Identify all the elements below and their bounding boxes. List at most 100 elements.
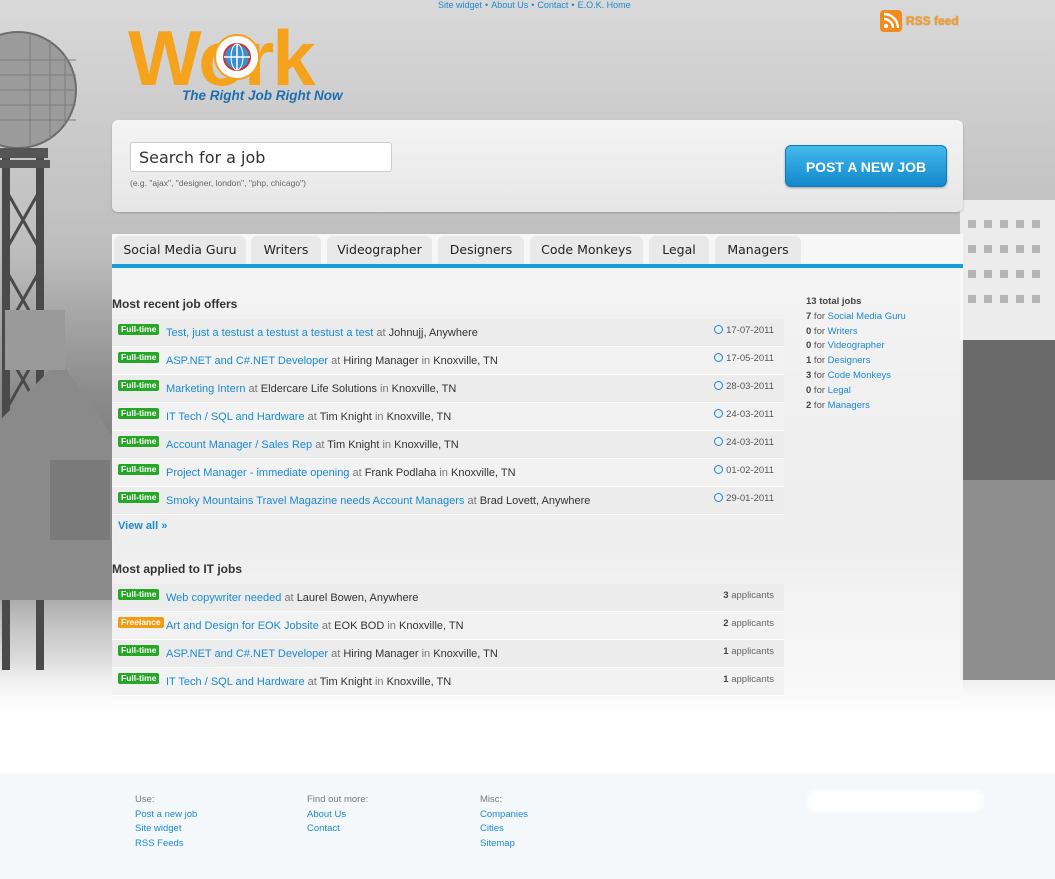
site-logo[interactable]: Work The Right Job Right Now [128, 18, 368, 108]
job-date: 17-05-2011 [726, 353, 774, 364]
job-company: Tim Knight [319, 676, 372, 688]
job-title-link[interactable]: IT Tech / SQL and Hardware [166, 676, 305, 688]
job-company: Eldercare Life Solutions [260, 383, 377, 395]
job-title-link[interactable]: Marketing Intern [166, 383, 245, 395]
tab-code-monkeys[interactable]: Code Monkeys [530, 236, 643, 264]
job-type-badge: Full-time [118, 436, 160, 447]
applied-job-row: Full-time Web copywriter needed at Laure… [112, 584, 784, 612]
stats-count: 1 [806, 355, 812, 367]
job-title-link[interactable]: Art and Design for EOK Jobsite [166, 620, 319, 632]
stats-count: 2 [806, 399, 812, 411]
rss-label: RSS feed [906, 14, 959, 28]
stats-row: 7 for Social Media Guru [806, 310, 906, 322]
tab-writers[interactable]: Writers [251, 236, 321, 264]
job-company: Brad Lovett [479, 495, 536, 507]
post-new-job-button[interactable]: POST A NEW JOB [785, 145, 947, 187]
footer-link-site-widget[interactable]: Site widget [135, 822, 197, 837]
footer-col-find: Find out more: About Us Contact [307, 793, 368, 837]
stats-link-code-monkeys[interactable]: Code Monkeys [828, 370, 891, 381]
job-title-link[interactable]: ASP.NET and C#.NET Developer [166, 648, 328, 660]
job-type-badge: Full-time [118, 492, 160, 503]
job-date: 24-03-2011 [726, 409, 774, 420]
job-location: Knoxville, TN [433, 648, 498, 660]
job-title-link[interactable]: Test, just a testust a testust a testust… [166, 327, 373, 339]
job-company: EOK BOD [334, 620, 385, 632]
job-title-link[interactable]: Web copywriter needed [166, 592, 281, 604]
job-type-badge: Full-time [118, 352, 160, 363]
tab-managers[interactable]: Managers [715, 236, 801, 264]
stats-link-legal[interactable]: Legal [828, 385, 851, 396]
stats-link-social-media-guru[interactable]: Social Media Guru [828, 311, 906, 322]
tab-designers[interactable]: Designers [438, 236, 524, 264]
job-location: Anywhere [428, 327, 478, 339]
job-title-link[interactable]: Smoky Mountains Travel Magazine needs Ac… [166, 495, 464, 507]
job-title-link[interactable]: ASP.NET and C#.NET Developer [166, 355, 328, 367]
job-location: Knoxville, TN [398, 620, 464, 632]
job-row: Full-time Project Manager - immediate op… [112, 459, 784, 487]
view-all-link[interactable]: View all » [118, 520, 167, 532]
top-link-site-widget[interactable]: Site widget [438, 0, 482, 10]
job-location: Knoxville, TN [386, 676, 452, 688]
total-jobs: 13 total jobs [806, 296, 862, 307]
stats-count: 0 [806, 340, 812, 352]
stats-link-writers[interactable]: Writers [828, 326, 858, 337]
job-row: Full-time IT Tech / SQL and Hardware at … [112, 403, 784, 431]
footer-link-post-job[interactable]: Post a new job [135, 808, 197, 823]
applicant-count: 3 [723, 590, 729, 601]
top-link-eok-home[interactable]: E.O.K. Home [578, 0, 631, 10]
footer-link-cities[interactable]: Cities [480, 822, 528, 837]
stats-count: 0 [806, 384, 812, 396]
job-row: Full-time Account Manager / Sales Rep at… [112, 431, 784, 459]
job-stats-sidebar: 13 total jobs 7 for Social Media Guru 0 … [806, 295, 906, 413]
stats-count: 7 [806, 310, 812, 322]
tab-legal[interactable]: Legal [649, 236, 709, 264]
footer-link-sitemap[interactable]: Sitemap [480, 837, 528, 852]
applicant-count: 2 [723, 618, 729, 629]
clock-icon [714, 493, 724, 502]
footer-link-about-us[interactable]: About Us [307, 808, 368, 823]
top-links: Site widget • About Us • Contact • E.O.K. Home [438, 0, 631, 10]
job-row: Full-time ASP.NET and C#.NET Developer a… [112, 347, 784, 375]
stats-count: 0 [806, 325, 812, 337]
job-company: Laurel Bowen [296, 592, 364, 604]
top-link-about-us[interactable]: About Us [491, 0, 528, 10]
logo-globe-badge-icon [214, 34, 260, 80]
job-company: Frank Podlaha [364, 467, 437, 479]
rss-icon [880, 10, 902, 32]
search-panel: Search for a job (e.g. "ajax", "designer… [112, 120, 963, 212]
footer-link-companies[interactable]: Companies [480, 808, 528, 823]
top-link-contact[interactable]: Contact [537, 0, 568, 10]
job-type-badge: Full-time [118, 673, 160, 684]
recent-jobs-heading: Most recent job offers [112, 297, 238, 311]
clock-icon [714, 381, 724, 390]
footer-link-contact[interactable]: Contact [307, 822, 368, 837]
stats-link-videographer[interactable]: Videographer [828, 340, 885, 351]
job-type-badge: Full-time [118, 645, 160, 656]
stats-link-managers[interactable]: Managers [828, 400, 870, 411]
job-title-link[interactable]: Project Manager - immediate opening [166, 467, 349, 479]
city-buildings-left-image [0, 310, 115, 600]
job-company: Hiring Manager [343, 355, 419, 367]
job-row: Full-time Test, just a testust a testust… [112, 319, 784, 347]
footer-heading: Use: [135, 794, 155, 805]
tab-videographer[interactable]: Videographer [327, 236, 432, 264]
footer-link-rss-feeds[interactable]: RSS Feeds [135, 837, 197, 852]
job-date: 17-07-2011 [726, 325, 774, 336]
most-applied-heading: Most applied to IT jobs [112, 562, 242, 576]
job-title-link[interactable]: IT Tech / SQL and Hardware [166, 411, 305, 423]
tab-social-media-guru[interactable]: Social Media Guru [114, 236, 246, 264]
footer-heading: Find out more: [307, 794, 369, 805]
search-input[interactable]: Search for a job [130, 142, 392, 172]
clock-icon [714, 465, 724, 474]
job-title-link[interactable]: Account Manager / Sales Rep [166, 439, 312, 451]
clock-icon [714, 325, 724, 334]
city-buildings-right-image [960, 200, 1055, 680]
stats-link-designers[interactable]: Designers [828, 355, 871, 366]
clock-icon [714, 353, 724, 362]
job-location: Anywhere [369, 592, 419, 604]
rss-feed-link[interactable]: RSS feed [880, 10, 959, 32]
applicant-label: applicants [731, 618, 774, 629]
stats-row: 0 for Videographer [806, 340, 885, 352]
job-type-badge: Full-time [118, 380, 160, 391]
clock-icon [714, 409, 724, 418]
